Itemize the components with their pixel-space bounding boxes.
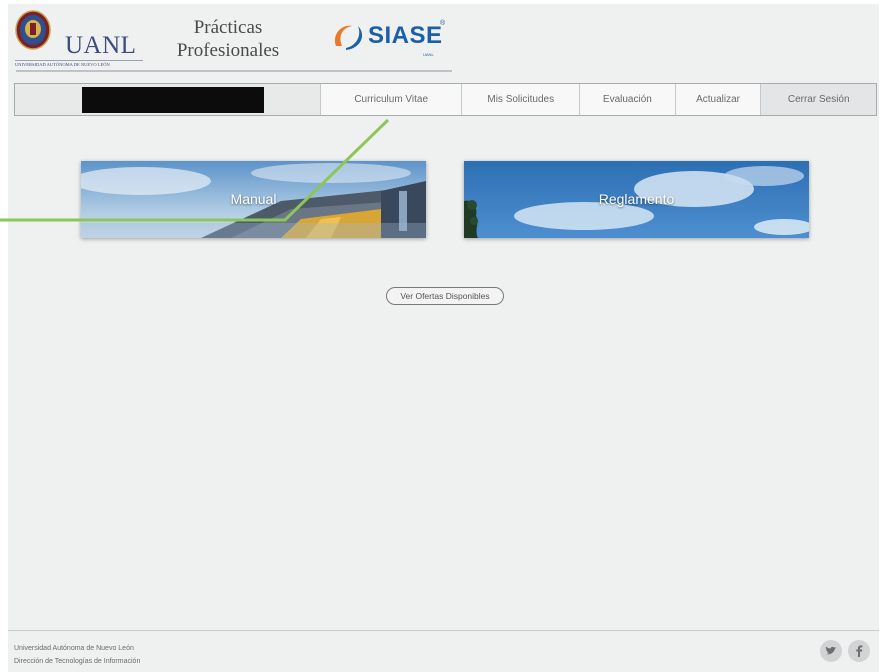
footer-line-university: Universidad Autónoma de Nuevo León (14, 645, 134, 652)
nav-item-actualizar[interactable]: Actualizar (676, 84, 762, 115)
nav-item-cerrar-sesion[interactable]: Cerrar Sesión (761, 84, 876, 115)
footer-line-department: Dirección de Tecnologías de Información (14, 658, 141, 665)
reglamento-card[interactable]: Reglamento (464, 161, 809, 238)
facebook-f-icon (856, 645, 863, 657)
siase-logo[interactable]: SIASE ® UANL (330, 18, 458, 62)
page: UANL UNIVERSIDAD AUTÓNOMA DE NUEVO LEÓN … (8, 4, 879, 672)
page-title-line1: Prácticas (193, 17, 263, 38)
siase-swoosh-icon (334, 25, 362, 50)
siase-logo-subtext: UANL (423, 52, 434, 57)
nav-item-evaluacion[interactable]: Evaluación (580, 84, 676, 115)
reglamento-card-label: Reglamento (598, 191, 675, 207)
twitter-bird-icon (825, 646, 836, 655)
nav-item-mis-solicitudes[interactable]: Mis Solicitudes (462, 84, 581, 115)
uanl-logo-subtext: UNIVERSIDAD AUTÓNOMA DE NUEVO LEÓN (15, 60, 143, 67)
main-nav: Curriculum Vitae Mis Solicitudes Evaluac… (14, 83, 877, 116)
header: UANL UNIVERSIDAD AUTÓNOMA DE NUEVO LEÓN … (8, 4, 879, 79)
siase-registered-mark: ® (440, 20, 446, 27)
nav-item-curriculum-vitae[interactable]: Curriculum Vitae (321, 84, 463, 115)
footer-text: Universidad Autónoma de Nuevo León Direc… (14, 642, 140, 668)
facebook-icon[interactable] (848, 640, 870, 662)
twitter-icon[interactable] (820, 640, 842, 662)
uanl-seal-icon (15, 10, 51, 50)
uanl-logo-text: UANL (65, 32, 137, 59)
footer-divider (8, 630, 879, 631)
siase-logo-text: SIASE (368, 22, 443, 49)
page-title-line2: Profesionales (176, 40, 280, 61)
view-offers-button[interactable]: Ver Ofertas Disponibles (386, 287, 504, 305)
page-title: Prácticas Profesionales (168, 16, 288, 62)
user-name-field (15, 84, 321, 115)
manual-card-label: Manual (230, 191, 277, 207)
redacted-user-name (82, 87, 264, 113)
header-divider (16, 70, 452, 72)
manual-card[interactable]: Manual (81, 161, 426, 238)
uanl-logo[interactable]: UANL UNIVERSIDAD AUTÓNOMA DE NUEVO LEÓN (13, 8, 143, 70)
